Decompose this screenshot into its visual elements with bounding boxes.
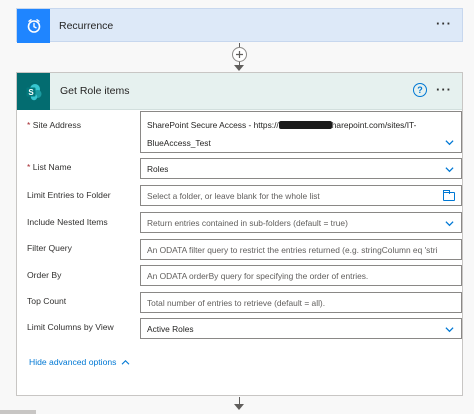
nested-items-value: Return entries contained in sub-folders … <box>147 218 348 228</box>
limit-columns-value: Active Roles <box>147 324 194 334</box>
sharepoint-icon: S <box>26 83 41 100</box>
site-address-label: * Site Address <box>27 120 81 130</box>
chevron-up-icon[interactable] <box>121 359 130 366</box>
folder-icon[interactable] <box>443 190 455 201</box>
filter-query-input[interactable]: An ODATA filter query to restrict the en… <box>140 239 462 260</box>
site-address-value-line1: SharePoint Secure Access - https://harep… <box>147 120 417 130</box>
limit-folder-placeholder: Select a folder, or leave blank for the … <box>147 191 320 201</box>
chevron-down-icon[interactable] <box>445 219 454 228</box>
nested-items-field[interactable]: Return entries contained in sub-folders … <box>140 212 462 233</box>
clock-icon <box>27 19 40 33</box>
order-by-placeholder: An ODATA orderBy query for specifying th… <box>147 271 369 281</box>
chevron-down-icon[interactable] <box>445 325 454 334</box>
order-by-input[interactable]: An ODATA orderBy query for specifying th… <box>140 265 462 286</box>
action-more-button[interactable]: ··· <box>436 82 452 97</box>
required-marker: * <box>27 120 31 130</box>
recurrence-title: Recurrence <box>59 20 114 32</box>
arrow-down-icon <box>234 65 244 71</box>
chevron-down-icon[interactable] <box>445 138 454 147</box>
limit-columns-field[interactable]: Active Roles <box>140 318 462 339</box>
sharepoint-icon-tile: S <box>17 73 50 110</box>
chevron-down-icon[interactable] <box>445 165 454 174</box>
site-address-field[interactable]: SharePoint Secure Access - https://harep… <box>140 111 462 153</box>
limit-columns-label: Limit Columns by View <box>27 322 114 332</box>
limit-folder-field[interactable]: Select a folder, or leave blank for the … <box>140 185 462 206</box>
arrow-down-icon <box>234 404 244 410</box>
list-name-field[interactable]: Roles <box>140 158 462 179</box>
action-title: Get Role items <box>60 85 130 97</box>
horizontal-scrollbar[interactable] <box>0 410 36 414</box>
plus-icon <box>236 51 243 58</box>
insert-step-button[interactable] <box>232 47 247 62</box>
hide-advanced-options-link[interactable]: Hide advanced options <box>29 357 130 367</box>
recurrence-card[interactable]: Recurrence ··· <box>16 8 463 43</box>
top-count-input[interactable]: Total number of entries to retrieve (def… <box>140 292 462 313</box>
hide-advanced-options-label[interactable]: Hide advanced options <box>29 357 116 367</box>
site-address-value-line2: BlueAccess_Test <box>147 138 211 148</box>
help-icon[interactable]: ? <box>413 83 427 97</box>
recurrence-icon-tile <box>17 9 50 43</box>
get-role-items-card: S Get Role items ? ··· * Site Address Sh… <box>16 72 463 396</box>
recurrence-more-button[interactable]: ··· <box>436 16 452 31</box>
filter-query-placeholder: An ODATA filter query to restrict the en… <box>147 245 438 255</box>
action-header[interactable]: S Get Role items ? ··· <box>17 73 462 110</box>
limit-folder-label: Limit Entries to Folder <box>27 190 111 200</box>
list-name-value: Roles <box>147 164 169 174</box>
nested-items-label: Include Nested Items <box>27 217 108 227</box>
filter-query-label: Filter Query <box>27 243 72 253</box>
redaction-bar <box>278 121 332 129</box>
order-by-label: Order By <box>27 270 62 280</box>
list-name-label: * List Name <box>27 162 72 172</box>
top-count-placeholder: Total number of entries to retrieve (def… <box>147 298 326 308</box>
top-count-label: Top Count <box>27 296 67 306</box>
svg-text:S: S <box>28 88 34 97</box>
